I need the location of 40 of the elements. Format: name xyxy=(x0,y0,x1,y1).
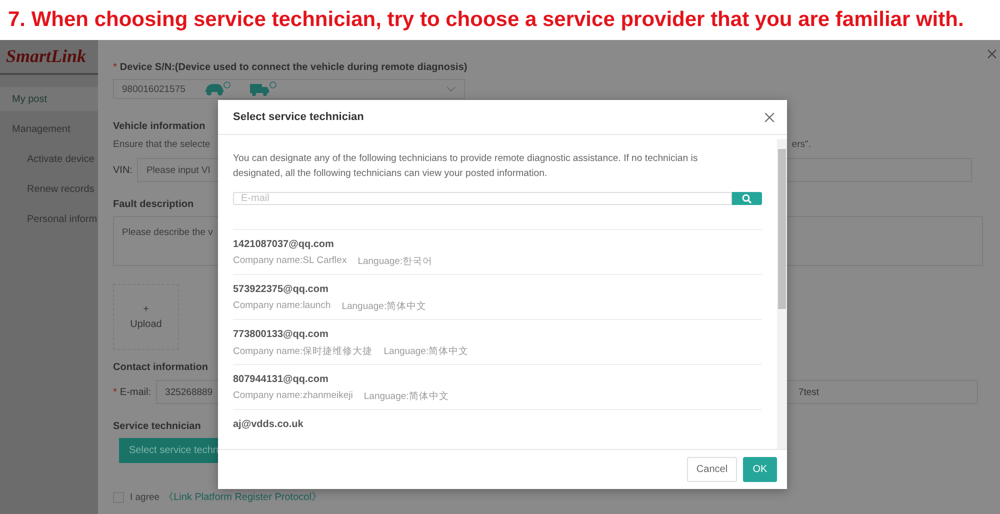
technician-item[interactable]: 1421087037@qq.com Company name:SL Carflex Language:한국어 xyxy=(233,230,762,275)
search-icon xyxy=(742,194,752,204)
nav-item[interactable]: Activate device xyxy=(0,147,98,171)
upload-button[interactable]: + Upload xyxy=(113,284,179,350)
chevron-down-icon xyxy=(446,86,456,92)
protocol-link[interactable]: 《Link Platform Register Protocol》 xyxy=(164,490,322,504)
technician-item[interactable]: aj@vdds.co.uk xyxy=(233,410,762,449)
truck-icon xyxy=(249,81,278,97)
section-heading: Contact information xyxy=(113,362,208,373)
section-heading: Fault description xyxy=(113,199,194,210)
close-icon[interactable] xyxy=(987,49,997,59)
close-icon[interactable] xyxy=(764,112,775,122)
field-label: VIN: xyxy=(113,164,132,176)
hint-text: Ensure that the selecte xyxy=(113,139,210,150)
nav-item[interactable]: Renew records xyxy=(0,177,98,201)
field-label: E-mail: xyxy=(120,386,152,398)
description: You can designate any of the following technicians to provide remote diagnostic assistance. If no technician is designated, all the following technicians can view your posted information. xyxy=(233,152,699,181)
technician-item[interactable]: 807944131@qq.com Company name:zhanmeikeji Language:简体中文 xyxy=(233,365,762,410)
section-heading: Service technician xyxy=(113,421,201,432)
email-search-field[interactable]: E-mail xyxy=(233,192,732,205)
required-mark: * xyxy=(113,62,117,73)
dialog-title: Select service technician xyxy=(233,111,364,123)
hint-text: ers". xyxy=(792,139,811,150)
car-icon xyxy=(203,81,232,97)
ok-button[interactable]: OK xyxy=(743,457,777,482)
device-select[interactable]: 980016021575 xyxy=(113,79,465,99)
required-mark: * xyxy=(113,386,117,398)
technician-item[interactable]: 773800133@qq.com Company name:保时捷维修大捷 Language:简体中文 xyxy=(233,320,762,365)
nav-item[interactable]: Personal inform xyxy=(0,207,98,231)
field-label: Device S/N:(Device used to connect the vehicle during remote diagnosis) xyxy=(120,62,468,73)
scrollbar[interactable] xyxy=(777,139,787,449)
nav-item[interactable]: Management xyxy=(0,117,98,141)
nav-item[interactable]: My post xyxy=(0,87,98,111)
logo: SmartLink xyxy=(6,46,86,67)
agree-label: I agree xyxy=(130,492,160,502)
technician-item[interactable]: 573922375@qq.com Company name:launch Language:简体中文 xyxy=(233,275,762,320)
cancel-button[interactable]: Cancel xyxy=(687,457,737,482)
search-button[interactable] xyxy=(732,192,762,205)
section-heading: Vehicle information xyxy=(113,121,206,132)
caption: 7. When choosing service technician, try to choose a service provider that you are familiar with. xyxy=(7,7,965,33)
